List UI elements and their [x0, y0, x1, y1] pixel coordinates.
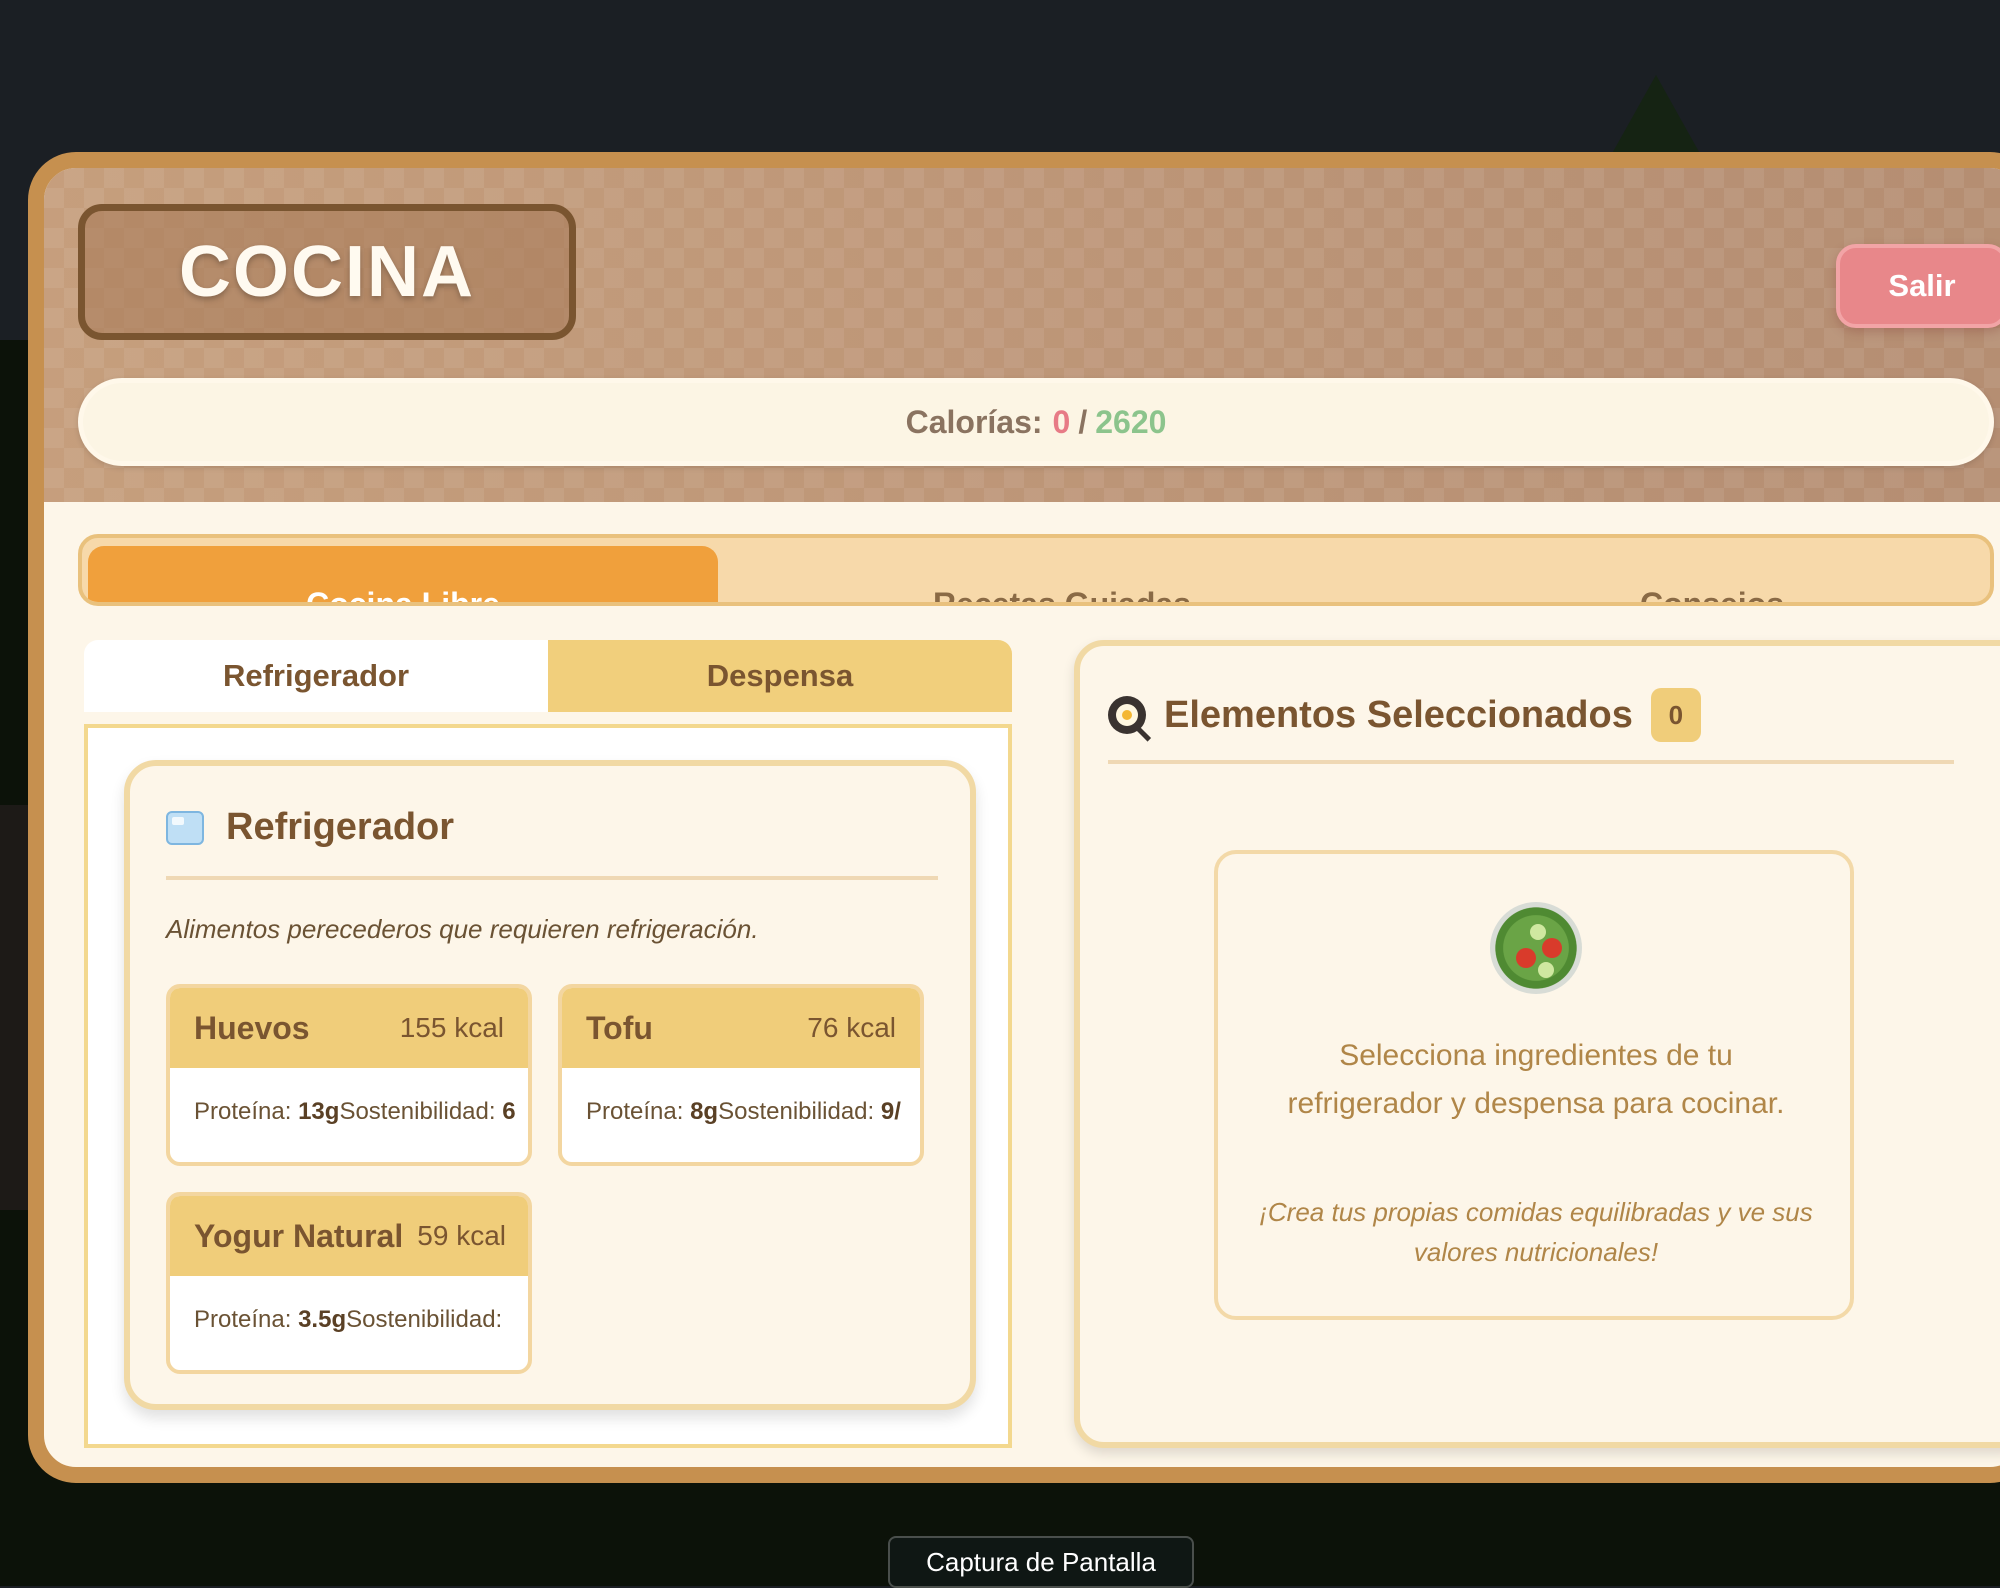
calorie-separator: /: [1078, 403, 1088, 440]
divider: [1108, 760, 1954, 764]
protein-value: 13g: [298, 1098, 340, 1125]
tab-cocina-libre[interactable]: Cocina Libre: [88, 546, 718, 606]
page-title: COCINA: [179, 232, 475, 312]
food-item-huevos[interactable]: Huevos 155 kcal Proteína: 13gSostenibili…: [166, 984, 532, 1166]
calorie-label: Calorías:: [905, 403, 1043, 440]
food-item-tofu[interactable]: Tofu 76 kcal Proteína: 8gSostenibilidad:…: [558, 984, 924, 1166]
salad-icon: [1490, 902, 1582, 994]
food-name: Yogur Natural: [194, 1217, 404, 1254]
food-item-yogur-natural[interactable]: Yogur Natural 59 kcal Proteína: 3.5gSost…: [166, 1192, 532, 1374]
protein-label: Proteína:: [194, 1098, 292, 1125]
food-name: Tofu: [586, 1009, 653, 1046]
kitchen-panel: COCINA Salir Calorías: 0 / 2620 Cocina L…: [28, 152, 2000, 1483]
sustainability-value: 9/: [880, 1098, 901, 1125]
food-stats: Proteína: 3.5gSostenibilidad:: [170, 1276, 528, 1334]
calorie-goal: 2620: [1095, 403, 1167, 440]
fridge-title: Refrigerador: [226, 806, 455, 848]
empty-message: Selecciona ingredientes de tu refrigerad…: [1287, 1039, 1785, 1120]
kitchen-header: COCINA Salir Calorías: 0 / 2620: [44, 168, 2000, 502]
frying-pan-icon: [1108, 696, 1152, 742]
food-kcal: 76 kcal: [807, 1012, 896, 1043]
tab-label: Consejos: [1639, 586, 1785, 606]
selected-heading: Elementos Seleccionados 0: [1108, 688, 1701, 742]
storage-panel: Refrigerador Alimentos perecederos que r…: [84, 724, 1012, 1448]
food-item-header: Yogur Natural 59 kcal: [170, 1196, 528, 1276]
protein-value: 8g: [690, 1098, 719, 1125]
tab-label: Recetas Guiadas: [933, 586, 1191, 606]
tab-recetas-guiadas[interactable]: Recetas Guiadas: [862, 546, 1262, 606]
empty-state: Selecciona ingredientes de tu refrigerad…: [1214, 850, 1854, 1320]
food-kcal: 59 kcal: [417, 1220, 506, 1251]
food-stats: Proteína: 8gSostenibilidad: 9/: [562, 1068, 920, 1126]
protein-label: Proteína:: [586, 1098, 684, 1125]
tab-label: Cocina Libre: [306, 586, 500, 606]
protein-label: Proteína:: [194, 1306, 292, 1333]
divider: [166, 876, 938, 880]
tab-refrigerador[interactable]: Refrigerador: [84, 640, 548, 712]
exit-button[interactable]: Salir: [1836, 244, 2000, 328]
calorie-bar: Calorías: 0 / 2620: [78, 378, 1994, 466]
sustainability-label: Sostenibilidad:: [339, 1098, 496, 1125]
food-stats: Proteína: 13gSostenibilidad: 6: [170, 1068, 528, 1126]
sustainability-value: 6: [502, 1098, 516, 1125]
food-kcal: 155 kcal: [399, 1012, 504, 1043]
tab-consejos[interactable]: Consejos: [1562, 546, 1862, 606]
selected-panel: Elementos Seleccionados 0 Selecciona ing…: [1074, 640, 2000, 1448]
protein-value: 3.5g: [298, 1306, 347, 1333]
empty-hint: ¡Crea tus propias comidas equilibradas y…: [1259, 1197, 1813, 1267]
selected-title: Elementos Seleccionados: [1164, 693, 1633, 736]
calorie-current: 0: [1052, 403, 1071, 440]
storage-tabs: Refrigerador Despensa: [84, 640, 1012, 712]
selected-count-badge: 0: [1650, 688, 1701, 742]
ice-cube-icon: [166, 810, 204, 845]
fridge-description: Alimentos perecederos que requieren refr…: [166, 914, 759, 944]
mode-tabs: Cocina Libre Recetas Guiadas Consejos: [78, 534, 1994, 606]
fridge-heading: Refrigerador: [166, 806, 454, 849]
tab-despensa[interactable]: Despensa: [548, 640, 1012, 712]
food-name: Huevos: [194, 1009, 310, 1046]
food-item-header: Tofu 76 kcal: [562, 988, 920, 1068]
food-item-header: Huevos 155 kcal: [170, 988, 528, 1068]
sustainability-label: Sostenibilidad:: [718, 1098, 875, 1125]
title-box: COCINA: [78, 204, 576, 340]
sustainability-label: Sostenibilidad:: [346, 1306, 503, 1333]
screenshot-tooltip: Captura de Pantalla: [888, 1536, 1194, 1588]
fridge-card: Refrigerador Alimentos perecederos que r…: [124, 760, 976, 1410]
